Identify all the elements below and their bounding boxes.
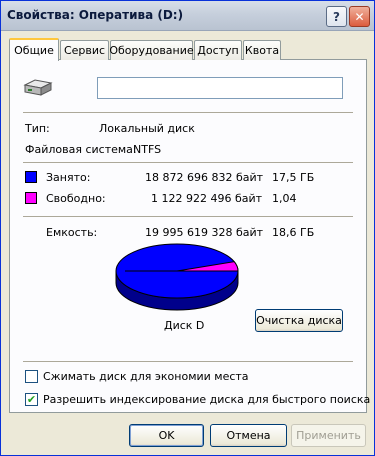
tab-general[interactable]: Общие (9, 38, 59, 61)
help-icon: ? (333, 9, 340, 24)
tab-service[interactable]: Сервис (60, 40, 109, 60)
tab-sharing[interactable]: Доступ (194, 40, 242, 60)
free-label: Свободно: (46, 192, 106, 205)
type-value: Локальный диск (99, 122, 195, 135)
title-bar[interactable]: Свойства: Оперативa (D:) ? ✕ (1, 1, 374, 31)
used-bytes: 18 872 696 832 байт (145, 171, 264, 184)
used-color-swatch (25, 171, 37, 183)
divider (23, 216, 353, 217)
disk-usage-pie-chart (115, 243, 239, 311)
filesystem-value: NTFS (133, 143, 162, 156)
hard-drive-icon (23, 79, 53, 96)
ok-button[interactable]: OK (129, 424, 204, 447)
disk-name: Диск D (164, 319, 205, 332)
tab-hardware[interactable]: Оборудование (109, 40, 194, 60)
index-checkbox[interactable]: ✔ (25, 393, 38, 406)
window-title: Свойства: Оперативa (D:) (7, 8, 184, 22)
properties-window: Свойства: Оперативa (D:) ? ✕ Общие Серви… (0, 0, 375, 456)
cancel-button-label: Отмена (226, 429, 271, 442)
filesystem-label: Файловая система: (25, 143, 137, 156)
compress-checkbox[interactable] (25, 370, 38, 383)
close-button[interactable]: ✕ (349, 6, 370, 27)
free-size: 1,04 (272, 192, 297, 205)
disk-cleanup-button[interactable]: Очистка диска (255, 309, 343, 332)
tab-quota-label: Квота (244, 44, 280, 57)
ok-button-label: OK (158, 429, 175, 442)
divider (23, 162, 353, 163)
index-label: Разрешить индексирование диска для быстр… (43, 393, 371, 406)
tab-sharing-label: Доступ (197, 44, 239, 57)
compress-label: Сжимать диск для экономии места (43, 370, 249, 383)
apply-button[interactable]: Применить (291, 424, 366, 447)
divider (23, 112, 353, 113)
used-label: Занято: (46, 171, 91, 184)
apply-button-label: Применить (296, 429, 361, 442)
divider (23, 361, 353, 362)
tab-service-label: Сервис (63, 44, 106, 57)
capacity-size: 18,6 ГБ (272, 226, 315, 239)
capacity-label: Емкость: (46, 226, 98, 239)
free-bytes: 1 122 922 496 байт (151, 192, 263, 205)
close-icon: ✕ (354, 9, 365, 24)
cancel-button[interactable]: Отмена (210, 424, 287, 447)
tab-general-label: Общие (14, 44, 54, 57)
help-button[interactable]: ? (326, 6, 347, 27)
volume-label-input[interactable] (97, 77, 343, 99)
checkmark-icon: ✔ (26, 393, 37, 406)
tab-quota[interactable]: Квота (243, 40, 281, 60)
used-size: 17,5 ГБ (272, 171, 315, 184)
disk-cleanup-button-label: Очистка диска (256, 314, 342, 327)
free-color-swatch (25, 192, 37, 204)
tab-hardware-label: Оборудование (109, 44, 194, 57)
type-label: Тип: (25, 122, 50, 135)
capacity-bytes: 19 995 619 328 байт (145, 226, 264, 239)
